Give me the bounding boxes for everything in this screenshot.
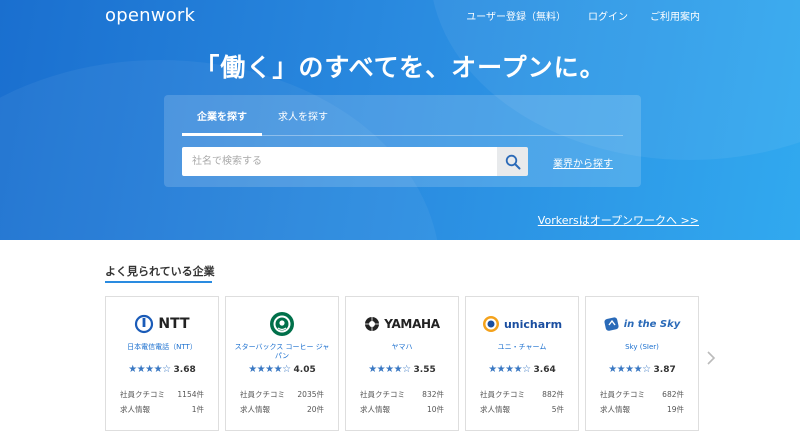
jobs-count: 10件 [426, 405, 444, 414]
company-name[interactable]: Sky (SIer) [592, 343, 692, 352]
rating-score: 3.55 [413, 364, 436, 375]
jobs-label: 求人情報 [600, 405, 630, 414]
review-count: 2035件 [297, 390, 324, 399]
active-tab-indicator [182, 133, 262, 136]
star-rating-icon: ★★★★☆ [248, 364, 291, 375]
star-rating-icon: ★★★★☆ [128, 364, 171, 375]
company-rating: ★★★★☆ 3.64 [466, 364, 578, 375]
star-rating-icon: ★★★★☆ [368, 364, 411, 375]
inthesky-logo-icon: in the Sky [586, 311, 698, 337]
search-panel: 企業を探す 求人を探す 業界から探す [164, 95, 641, 187]
search-icon [505, 154, 520, 169]
logo-wordmark: in the Sky [623, 318, 681, 330]
jobs-label: 求人情報 [360, 405, 390, 414]
company-rating: ★★★★☆ 4.05 [226, 364, 338, 375]
company-card[interactable]: NTT 日本電信電話（NTT） ★★★★☆ 3.68 社員クチコミ 1154件 求… [105, 296, 219, 431]
hero-headline: 「働く」のすべてを、オープンに。 [194, 53, 606, 82]
review-count: 682件 [662, 390, 684, 399]
ntt-mark-icon [135, 314, 154, 334]
popular-companies-title: よく見られている企業 [105, 265, 215, 278]
company-name[interactable]: 日本電信電話（NTT） [112, 343, 212, 352]
carousel-next-button[interactable] [706, 350, 716, 370]
site-logo[interactable]: openwork [105, 5, 195, 26]
chevron-right-icon [707, 351, 716, 365]
hero-section: openwork ユーザー登録（無料） ログイン ご利用案内 「働く」のすべてを… [0, 0, 800, 240]
nav-login-link[interactable]: ログイン [588, 8, 628, 23]
star-rating-icon: ★★★★☆ [608, 364, 651, 375]
company-stats: 社員クチコミ 882件 求人情報 5件 [480, 387, 564, 417]
logo-wordmark: YAMAHA [384, 317, 440, 331]
nav-signup-link[interactable]: ユーザー登録（無料） [466, 8, 566, 23]
search-button[interactable] [497, 147, 528, 176]
jobs-count: 19件 [666, 405, 684, 414]
sky-mark-icon [604, 317, 619, 331]
company-name[interactable]: ユニ・チャーム [472, 343, 572, 352]
company-rating: ★★★★☆ 3.87 [586, 364, 698, 375]
unicharm-logo-icon: unicharm [466, 311, 578, 337]
company-name[interactable]: ヤマハ [352, 343, 452, 352]
review-label: 社員クチコミ [480, 390, 525, 399]
yamaha-logo-icon: YAMAHA [346, 311, 458, 337]
jobs-label: 求人情報 [480, 405, 510, 414]
review-label: 社員クチコミ [600, 390, 645, 399]
rating-score: 3.64 [533, 364, 556, 375]
rating-score: 4.05 [293, 364, 316, 375]
company-search-input[interactable] [182, 147, 497, 176]
review-count: 832件 [422, 390, 444, 399]
company-rating: ★★★★☆ 3.68 [106, 364, 218, 375]
company-stats: 社員クチコミ 682件 求人情報 19件 [600, 387, 684, 417]
star-rating-icon: ★★★★☆ [488, 364, 531, 375]
review-count: 1154件 [177, 390, 204, 399]
review-label: 社員クチコミ [360, 390, 405, 399]
rating-score: 3.87 [653, 364, 676, 375]
search-tabs: 企業を探す 求人を探す [164, 95, 641, 137]
company-name[interactable]: スターバックス コーヒー ジャパン [232, 343, 332, 361]
vorkers-link[interactable]: Vorkersはオープンワークへ >> [538, 212, 699, 228]
tab-search-companies[interactable]: 企業を探す [197, 108, 247, 123]
tab-search-jobs[interactable]: 求人を探す [278, 108, 328, 123]
company-card[interactable]: スターバックス コーヒー ジャパン ★★★★☆ 4.05 社員クチコミ 2035件… [225, 296, 339, 431]
industry-search-link[interactable]: 業界から探す [553, 155, 613, 170]
unicharm-mark-icon [482, 316, 499, 332]
logo-wordmark: unicharm [503, 317, 563, 331]
jobs-count: 1件 [191, 405, 204, 414]
review-count: 882件 [542, 390, 564, 399]
company-rating: ★★★★☆ 3.55 [346, 364, 458, 375]
jobs-count: 20件 [306, 405, 324, 414]
jobs-label: 求人情報 [120, 405, 150, 414]
rating-score: 3.68 [173, 364, 196, 375]
yamaha-tuning-fork-icon [365, 317, 380, 331]
company-card[interactable]: unicharm ユニ・チャーム ★★★★☆ 3.64 社員クチコミ 882件 求… [465, 296, 579, 431]
jobs-count: 5件 [551, 405, 564, 414]
ntt-logo-icon: NTT [106, 311, 218, 337]
starbucks-siren-icon [270, 312, 294, 336]
logo-wordmark: NTT [158, 316, 190, 332]
company-card[interactable]: in the Sky Sky (SIer) ★★★★☆ 3.87 社員クチコミ 6… [585, 296, 699, 431]
top-nav: ユーザー登録（無料） ログイン ご利用案内 [466, 8, 700, 23]
company-stats: 社員クチコミ 832件 求人情報 10件 [360, 387, 444, 417]
section-title-underline [105, 281, 212, 283]
jobs-label: 求人情報 [240, 405, 270, 414]
company-stats: 社員クチコミ 2035件 求人情報 20件 [240, 387, 324, 417]
company-card[interactable]: YAMAHA ヤマハ ★★★★☆ 3.55 社員クチコミ 832件 求人情報 10件 [345, 296, 459, 431]
review-label: 社員クチコミ [120, 390, 165, 399]
starbucks-logo-icon [226, 311, 338, 337]
company-stats: 社員クチコミ 1154件 求人情報 1件 [120, 387, 204, 417]
nav-guide-link[interactable]: ご利用案内 [650, 8, 700, 23]
review-label: 社員クチコミ [240, 390, 285, 399]
